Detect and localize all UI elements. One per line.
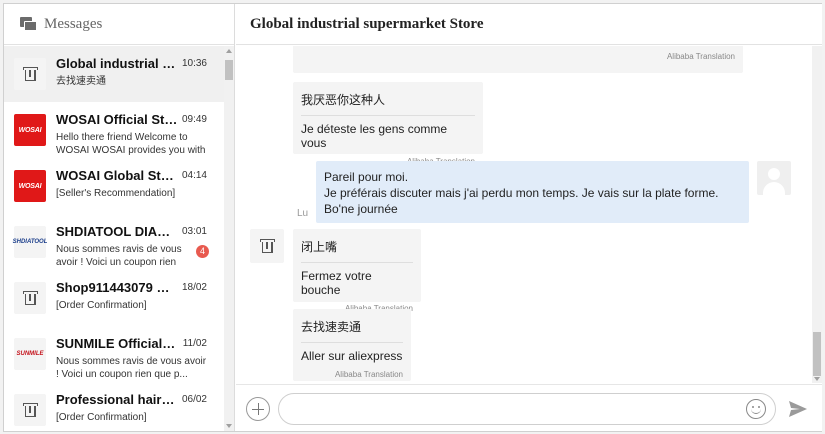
conversation-preview: [Order Confirmation] [56,300,147,311]
conversation-preview: [Order Confirmation] [56,412,147,423]
add-attachment-button[interactable] [246,397,270,421]
message-bubble: Alibaba Translation [293,46,743,73]
conversation-time: 18/02 [181,282,207,293]
conversation-time: 03:01 [181,226,207,237]
message-bubble: 去找速卖通 Aller sur aliexpress Alibaba Trans… [293,309,411,381]
conversation-item[interactable]: SUNMILE SUNMILE Official Store 11/02 Nou… [4,326,224,382]
store-logo: WOSAI [18,182,42,190]
send-icon[interactable] [788,400,808,418]
store-avatar [250,229,284,263]
sidebar-scrollbar[interactable] [224,46,234,431]
scroll-thumb[interactable] [813,332,821,376]
store-icon [22,403,38,417]
conversation-preview: 去找速卖通 [56,76,106,87]
store-avatar [14,282,46,314]
translated-text: Fermez votre bouche [301,269,372,297]
translation-divider [301,262,413,263]
conversation-name: SUNMILE Official Store [56,336,178,351]
translation-divider [301,115,475,116]
unread-badge: 4 [196,245,209,258]
translation-divider [301,342,403,343]
store-avatar [14,394,46,426]
conversation-item[interactable]: SHDIATOOL SHDIATOOL DIAMOND TOOLS Store … [4,214,224,270]
conversation-time: 04:14 [181,170,207,181]
messages-icon [20,16,37,32]
translated-text: Je déteste les gens comme vous [301,122,448,150]
translation-tag: Alibaba Translation [334,370,403,379]
store-avatar: WOSAI [14,114,46,146]
read-status: Lu [297,208,309,219]
scroll-down-arrow[interactable] [226,424,232,428]
store-avatar: WOSAI [14,170,46,202]
store-icon [22,291,38,305]
store-logo: SHDIATOOL [12,239,48,245]
message-list: Alibaba Translation 我厌恶你这种人 Je déteste l… [236,46,812,383]
store-icon [22,67,38,81]
conversation-item[interactable]: Global industrial supermarket Store 10:3… [4,46,224,102]
message-bubble: 我厌恶你这种人 Je déteste les gens comme vous A… [293,82,483,166]
scroll-thumb[interactable] [225,60,233,80]
message-input[interactable] [293,394,733,424]
original-text: 去找速卖通 [301,320,362,334]
conversation-name: SHDIATOOL DIAMOND TOOLS Store [56,224,178,239]
my-message-bubble: Pareil pour moi. Je préférais discuter m… [316,161,749,223]
conversation-sidebar: Messages Global industrial supermarket S… [4,4,235,431]
conversation-list: Global industrial supermarket Store 10:3… [4,46,224,431]
emoji-icon[interactable] [746,399,766,419]
chat-scrollbar[interactable] [812,46,822,383]
conversation-time: 10:36 [181,58,207,69]
conversation-preview: Nous sommes ravis de vous avoir ! Voici … [56,244,182,268]
message-input-wrapper [278,393,776,425]
translated-text: Aller sur aliexpress [301,349,403,363]
conversation-name: WOSAI Official Store [56,112,178,127]
conversation-preview: [Seller's Recommendation] [56,188,176,199]
conversation-time: 06/02 [181,394,207,405]
conversation-item[interactable]: Shop911443079 Store 18/02 [Order Confirm… [4,270,224,326]
conversation-name: WOSAI Global Store [56,168,178,183]
sidebar-header: Messages [4,4,234,45]
composer-bar [236,384,822,431]
conversation-time: 09:49 [181,114,207,125]
scroll-up-arrow[interactable] [226,49,232,53]
message-bubble: 闭上嘴 Fermez votre bouche Alibaba Translat… [293,229,421,313]
conversation-preview: Hello there friend Welcome to WOSAI WOSA… [56,132,206,156]
conversation-time: 11/02 [182,338,207,349]
original-text: 我厌恶你这种人 [301,93,386,107]
conversation-item[interactable]: WOSAI WOSAI Global Store 04:14 [Seller's… [4,158,224,214]
conversation-item[interactable]: WOSAI WOSAI Official Store 09:49 Hello t… [4,102,224,158]
store-logo: WOSAI [18,126,42,134]
messenger-window: Messages Global industrial supermarket S… [3,3,822,432]
store-icon [259,239,275,253]
store-logo: SUNMILE [16,351,44,357]
conversation-name: Global industrial supermarket Store [56,56,178,71]
translation-tag: Alibaba Translation [666,52,735,61]
chat-panel: Global industrial supermarket Store Alib… [236,4,822,431]
store-avatar: SUNMILE [14,338,46,370]
conversation-preview: Nous sommes ravis de vous avoir ! Voici … [56,356,207,380]
scroll-down-arrow[interactable] [814,377,820,381]
user-avatar [757,161,791,195]
conversation-name: Shop911443079 Store [56,280,178,295]
conversation-name: Professional hair tools Store [56,392,178,407]
chat-header: Global industrial supermarket Store [236,4,822,45]
store-avatar [14,58,46,90]
store-avatar: SHDIATOOL [12,226,48,258]
conversation-item[interactable]: Professional hair tools Store 06/02 [Ord… [4,382,224,431]
chat-title: Global industrial supermarket Store [250,15,484,32]
sidebar-title: Messages [44,15,103,32]
my-message-text: Pareil pour moi. Je préférais discuter m… [324,170,719,216]
original-text: 闭上嘴 [301,240,338,254]
